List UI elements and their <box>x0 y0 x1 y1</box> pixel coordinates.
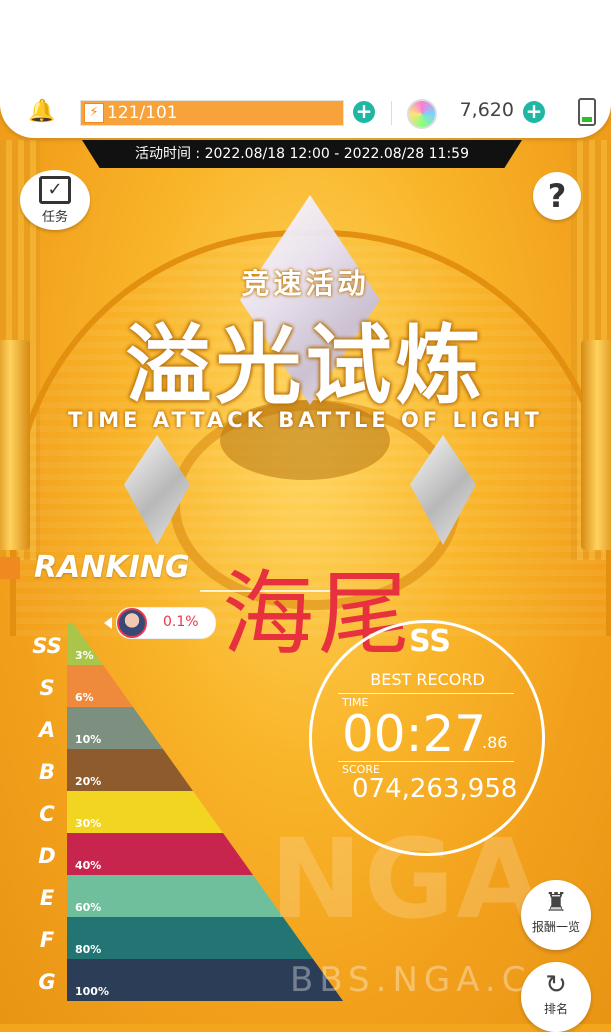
rewards-button[interactable]: ♜ 报酬一览 <box>521 880 591 950</box>
tier-letter: G <box>38 970 56 994</box>
rank-tier-band: 60% <box>67 875 283 917</box>
add-gems-button[interactable]: + <box>523 101 545 123</box>
tier-letter: C <box>39 802 55 826</box>
record-score: 074,263,958 <box>352 774 518 804</box>
rank-tier-band: 40% <box>67 833 253 875</box>
event-title: 溢光试炼 <box>125 316 486 416</box>
divider <box>391 101 392 125</box>
rank-tier-band: 20% <box>67 749 193 791</box>
gem-count: 7,620 <box>459 99 514 121</box>
tier-percent: 40% <box>75 859 102 872</box>
leaderboard-button[interactable]: ↻ 排名 <box>521 962 591 1032</box>
rewards-label: 报酬一览 <box>531 920 580 934</box>
mission-label: 任务 <box>41 210 68 225</box>
tier-percent: 3% <box>75 649 94 662</box>
help-button[interactable]: ? <box>533 172 581 220</box>
tier-letter: E <box>39 886 55 910</box>
checklist-icon: ✓ <box>39 176 71 204</box>
tier-letter: F <box>39 928 55 952</box>
event-title-en: TIME ATTACK BATTLE OF LIGHT <box>68 408 543 432</box>
top-bar: 🔔 ⚡ 121/101 + 7,620 + <box>0 0 611 138</box>
lightning-icon: ⚡ <box>84 103 104 123</box>
tier-percent: 30% <box>75 817 102 830</box>
reward-pot-icon: ♜ <box>544 888 568 918</box>
record-divider <box>338 761 514 762</box>
event-period: 活动时间 : 2022.08/18 12:00 - 2022.08/28 11:… <box>82 140 522 168</box>
watermark-url: BBS.NGA.C <box>290 960 532 1000</box>
add-energy-button[interactable]: + <box>353 101 375 123</box>
record-time-ms: .86 <box>482 733 508 752</box>
best-record-label: BEST RECORD <box>370 670 485 689</box>
tier-percent: 100% <box>75 985 109 998</box>
rank-tier-band: 30% <box>67 791 223 833</box>
energy-bar: ⚡ 121/101 <box>80 100 344 126</box>
ranking-accent <box>0 557 20 579</box>
rank-distribution: 3% 6% 10% 20% 30% 40% 60% 80% 100% <box>67 623 343 1005</box>
energy-count: 121/101 <box>107 103 178 123</box>
tier-percent: 6% <box>75 691 94 704</box>
rank-tier-band: 3% <box>67 623 103 665</box>
record-divider <box>338 693 514 694</box>
ranking-label: RANKING <box>34 550 190 585</box>
tier-percent: 80% <box>75 943 102 956</box>
tier-letter: D <box>38 844 56 868</box>
tier-percent: 60% <box>75 901 102 914</box>
bell-icon[interactable]: 🔔 <box>28 100 55 124</box>
refresh-icon: ↻ <box>545 970 567 1000</box>
mission-button[interactable]: ✓ 任务 <box>20 170 90 230</box>
tier-letter: A <box>38 718 56 742</box>
tier-percent: 10% <box>75 733 102 746</box>
tier-letter: B <box>38 760 55 784</box>
rank-tier-band: 10% <box>67 707 163 749</box>
battery-icon <box>578 98 596 126</box>
leaderboard-label: 排名 <box>543 1002 568 1016</box>
gem-icon <box>407 99 437 129</box>
rank-tier-band: 6% <box>67 665 133 707</box>
record-time: 00:27 <box>342 705 487 763</box>
tier-percent: 20% <box>75 775 102 788</box>
tier-letter: S <box>39 676 55 700</box>
tier-letter: SS <box>32 634 62 658</box>
record-rank: SS <box>409 624 451 659</box>
